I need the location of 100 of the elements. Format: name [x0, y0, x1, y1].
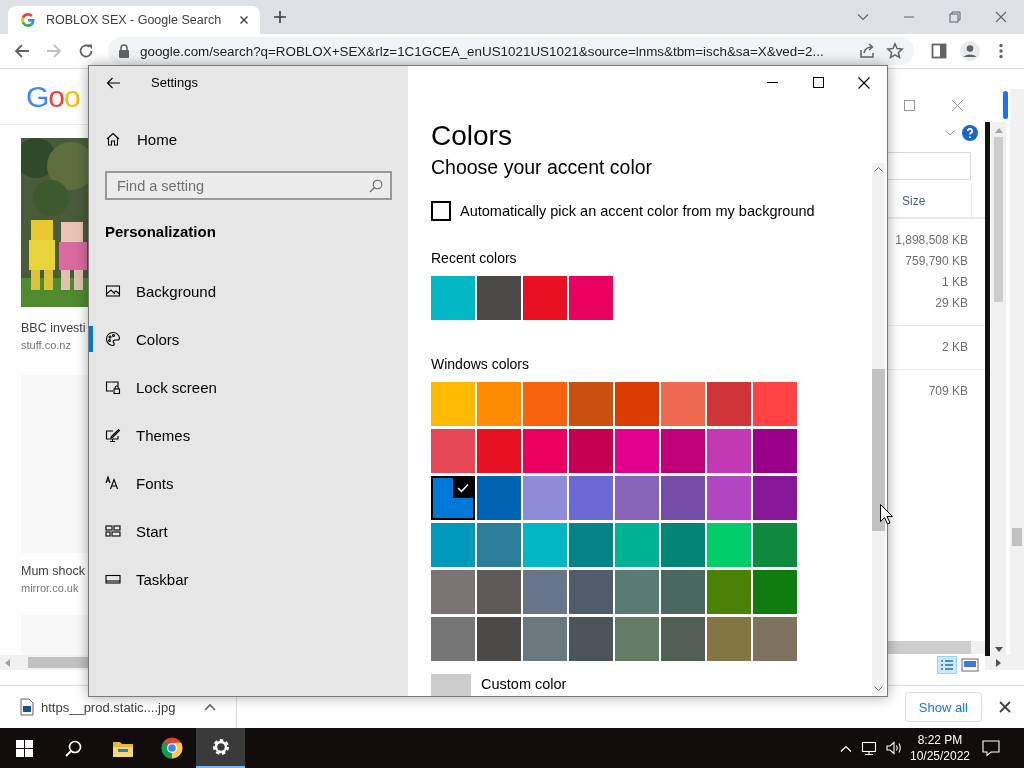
details-view-icon[interactable]: [937, 656, 957, 674]
color-swatch[interactable]: [477, 382, 521, 426]
color-swatch[interactable]: [431, 523, 475, 567]
taskbar-button[interactable]: [196, 728, 245, 768]
vertical-scrollbar[interactable]: [872, 163, 885, 694]
color-swatch[interactable]: [431, 429, 475, 473]
close-icon[interactable]: [999, 701, 1011, 713]
home-item[interactable]: Home: [89, 119, 408, 159]
back-arrow-icon[interactable]: [14, 43, 30, 59]
side-panel-icon[interactable]: [930, 43, 947, 59]
color-swatch[interactable]: [431, 276, 475, 320]
custom-color-link[interactable]: Custom color: [481, 674, 567, 694]
download-item[interactable]: https__prod.static....jpg: [20, 685, 236, 729]
color-swatch[interactable]: [523, 617, 567, 661]
color-swatch[interactable]: [569, 523, 613, 567]
color-swatch[interactable]: [753, 476, 797, 520]
scrollbar-thumb[interactable]: [872, 369, 885, 531]
color-swatch[interactable]: [661, 476, 705, 520]
color-swatch[interactable]: [431, 570, 475, 614]
color-swatch[interactable]: [431, 382, 475, 426]
network-icon[interactable]: [861, 740, 879, 756]
show-all-button[interactable]: Show all: [904, 692, 982, 722]
scrollbar-thumb[interactable]: [1012, 528, 1022, 546]
result-title[interactable]: Mum shock: [21, 562, 85, 580]
color-swatch[interactable]: [523, 429, 567, 473]
color-swatch[interactable]: [753, 382, 797, 426]
nav-item[interactable]: Colors: [89, 315, 408, 363]
volume-icon[interactable]: [885, 741, 903, 755]
color-swatch[interactable]: [661, 382, 705, 426]
color-swatch[interactable]: [753, 523, 797, 567]
nav-item[interactable]: Start: [89, 507, 408, 555]
scroll-left-icon[interactable]: [4, 658, 12, 667]
thumbnail-view-icon[interactable]: [961, 658, 979, 672]
color-swatch[interactable]: [615, 429, 659, 473]
scroll-up-icon[interactable]: [994, 128, 1003, 133]
color-swatch[interactable]: [523, 476, 567, 520]
nav-item[interactable]: Taskbar: [89, 555, 408, 603]
color-swatch[interactable]: [753, 570, 797, 614]
color-swatch[interactable]: [477, 276, 521, 320]
color-swatch[interactable]: [661, 523, 705, 567]
clock[interactable]: 8:22 PM 10/25/2022: [910, 732, 970, 764]
vertical-scrollbar[interactable]: [991, 122, 1006, 656]
color-swatch[interactable]: [615, 617, 659, 661]
color-swatch[interactable]: [523, 382, 567, 426]
color-swatch[interactable]: [431, 617, 475, 661]
nav-item[interactable]: Lock screen: [89, 363, 408, 411]
profile-icon[interactable]: [958, 40, 981, 62]
color-swatch[interactable]: [707, 617, 751, 661]
nav-item[interactable]: Fonts: [89, 459, 408, 507]
color-swatch[interactable]: [707, 429, 751, 473]
chevron-up-icon[interactable]: [204, 703, 216, 711]
close-icon[interactable]: [858, 76, 870, 89]
color-swatch[interactable]: [523, 570, 567, 614]
color-swatch[interactable]: [569, 570, 613, 614]
color-swatch[interactable]: [707, 523, 751, 567]
color-swatch[interactable]: [661, 617, 705, 661]
scrollbar-thumb[interactable]: [994, 137, 1003, 302]
scroll-down-icon[interactable]: [874, 686, 883, 691]
color-swatch[interactable]: [707, 476, 751, 520]
scroll-right-icon[interactable]: [994, 658, 1002, 667]
color-swatch[interactable]: [615, 570, 659, 614]
vertical-scrollbar[interactable]: [1010, 89, 1024, 655]
color-swatch[interactable]: [431, 476, 475, 520]
restore-icon[interactable]: [949, 11, 961, 23]
color-swatch[interactable]: [753, 429, 797, 473]
color-swatch[interactable]: [569, 429, 613, 473]
color-swatch[interactable]: [569, 382, 613, 426]
star-icon[interactable]: [886, 42, 904, 60]
help-icon[interactable]: [962, 125, 978, 141]
reload-icon[interactable]: [78, 43, 94, 59]
back-arrow-icon[interactable]: [106, 76, 120, 89]
color-swatch[interactable]: [615, 523, 659, 567]
color-swatch[interactable]: [477, 617, 521, 661]
checkbox[interactable]: [431, 201, 451, 221]
color-swatch[interactable]: [615, 382, 659, 426]
color-swatch[interactable]: [707, 570, 751, 614]
color-swatch[interactable]: [569, 476, 613, 520]
color-swatch[interactable]: [477, 476, 521, 520]
result-title[interactable]: BBC investi: [21, 319, 86, 337]
share-icon[interactable]: [858, 42, 876, 60]
color-swatch[interactable]: [661, 429, 705, 473]
side-button[interactable]: [1003, 91, 1008, 119]
scroll-up-icon[interactable]: [874, 167, 883, 172]
color-swatch[interactable]: [569, 617, 613, 661]
color-swatch[interactable]: [477, 429, 521, 473]
search-field[interactable]: Find a setting: [105, 171, 392, 200]
color-swatch[interactable]: [707, 382, 751, 426]
maximize-icon[interactable]: [812, 77, 824, 88]
color-swatch[interactable]: [523, 523, 567, 567]
color-swatch[interactable]: [615, 476, 659, 520]
more-menu-icon[interactable]: [998, 43, 1003, 59]
color-swatch[interactable]: [661, 570, 705, 614]
nav-item[interactable]: Background: [89, 267, 408, 315]
scroll-down-icon[interactable]: [994, 647, 1003, 652]
color-swatch[interactable]: [477, 570, 521, 614]
color-swatch[interactable]: [523, 276, 567, 320]
plus-icon[interactable]: [273, 10, 287, 24]
search-icon[interactable]: [369, 179, 383, 193]
color-swatch[interactable]: [569, 276, 613, 320]
nav-item[interactable]: Themes: [89, 411, 408, 459]
